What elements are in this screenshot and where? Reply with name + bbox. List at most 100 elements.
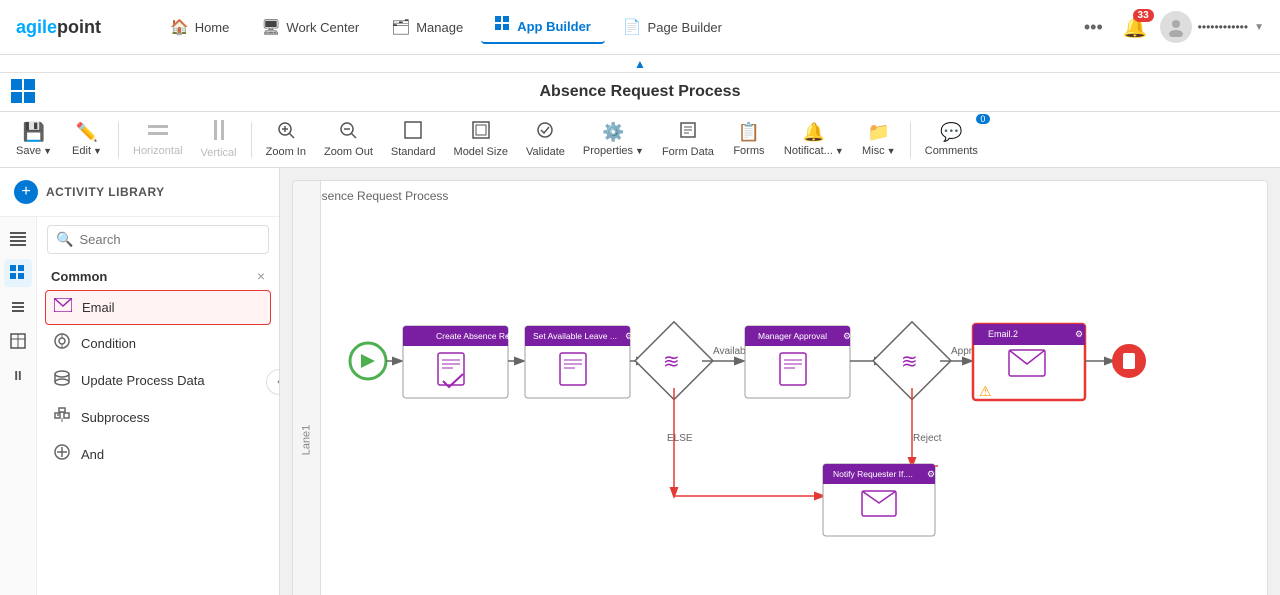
validate-icon	[536, 121, 554, 144]
form-data-icon	[679, 121, 697, 144]
canvas-area[interactable]: Absence Request Process Lane1 Create Abs…	[280, 168, 1280, 595]
nav-work-center[interactable]: 🖥 Work Center	[247, 12, 373, 42]
svg-text:Set Available Leave ...: Set Available Leave ...	[533, 331, 617, 341]
horizontal-icon	[148, 122, 168, 143]
search-input[interactable]	[79, 232, 260, 247]
comments-button[interactable]: 💬 Comments 0	[917, 118, 986, 161]
sidebar-tab-roman[interactable]: II	[4, 361, 32, 389]
misc-button[interactable]: 📁 Misc ▼	[854, 118, 904, 161]
sidebar-tab-grid[interactable]	[4, 259, 32, 287]
activity-item-update-process-data[interactable]: Update Process Data	[45, 362, 271, 399]
notification-btn[interactable]: 🔔 33	[1123, 15, 1148, 40]
lane-label: Lane1	[293, 181, 321, 595]
nav-manage[interactable]: 🗂 Manage	[377, 12, 477, 42]
nav-home[interactable]: 🏠 Home	[156, 12, 243, 42]
svg-text:Available: Available	[713, 346, 754, 357]
zoom-out-button[interactable]: Zoom Out	[316, 117, 381, 162]
notifications-icon: 🔔	[803, 122, 825, 143]
nav-page-builder[interactable]: 📄 Page Builder	[609, 12, 736, 42]
activity-item-subprocess[interactable]: Subprocess	[45, 399, 271, 436]
title-bar: Absence Request Process	[0, 73, 1280, 112]
edit-icon: ✏️	[76, 122, 98, 143]
subprocess-icon	[53, 406, 71, 429]
search-box[interactable]: 🔍	[47, 225, 269, 254]
toolbar-divider-2	[251, 122, 252, 158]
sidebar-content: 🔍 Common × Email	[37, 217, 279, 595]
condition-label: Condition	[81, 336, 136, 351]
sidebar-header: + ACTIVITY LIBRARY	[0, 168, 279, 217]
category-title: Common	[51, 269, 107, 284]
edit-arrow-icon: ▼	[93, 146, 102, 156]
form-data-button[interactable]: Form Data	[654, 117, 722, 162]
svg-text:Approve: Approve	[951, 346, 989, 357]
page-title: Absence Request Process	[540, 83, 741, 101]
svg-text:⚙: ⚙	[1075, 329, 1083, 339]
category-header[interactable]: Common ×	[37, 262, 279, 290]
update-process-data-label: Update Process Data	[81, 373, 205, 388]
vertical-icon	[211, 120, 227, 145]
activity-item-email[interactable]: Email	[45, 290, 271, 325]
user-name: ••••••••••••	[1198, 20, 1248, 34]
svg-text:Email.2: Email.2	[988, 329, 1018, 339]
toolbar: 💾 Save ▼ ✏️ Edit ▼ Horizontal Vertical Z…	[0, 112, 1280, 168]
zoom-in-button[interactable]: Zoom In	[258, 117, 314, 162]
nav-items: 🏠 Home 🖥 Work Center 🗂 Manage App Builde…	[156, 10, 1076, 44]
svg-text:agilepoint: agilepoint	[16, 17, 101, 37]
lane-text: Lane1	[301, 425, 313, 456]
category-close-icon[interactable]: ×	[257, 268, 265, 284]
validate-button[interactable]: Validate	[518, 117, 573, 162]
sidebar-tab-list[interactable]	[4, 225, 32, 253]
nav-more-btn[interactable]: •••	[1076, 13, 1111, 42]
svg-text:Create Absence Reque...: Create Absence Reque...	[436, 331, 531, 341]
manage-icon: 🗂	[391, 18, 410, 36]
svg-text:⚙: ⚙	[843, 331, 851, 341]
sidebar-tab-lines[interactable]	[4, 293, 32, 321]
properties-arrow-icon: ▼	[635, 146, 644, 156]
nav-app-builder[interactable]: App Builder	[481, 10, 605, 44]
svg-text:≋: ≋	[901, 351, 918, 373]
and-label: And	[81, 447, 104, 462]
user-area[interactable]: •••••••••••• ▼	[1160, 11, 1264, 43]
flow-diagram: Create Absence Reque... ⚙ Set Available …	[323, 206, 1253, 595]
sidebar-tab-block[interactable]	[4, 327, 32, 355]
main-layout: + ACTIVITY LIBRARY II	[0, 168, 1280, 595]
standard-button[interactable]: Standard	[383, 117, 444, 162]
sidebar-title: ACTIVITY LIBRARY	[46, 185, 165, 199]
edit-button[interactable]: ✏️ Edit ▼	[62, 118, 112, 161]
zoom-out-icon	[339, 121, 357, 144]
subprocess-label: Subprocess	[81, 410, 150, 425]
save-icon: 💾	[23, 122, 45, 143]
app-grid-icon[interactable]	[10, 78, 36, 107]
avatar	[1160, 11, 1192, 43]
svg-text:⚙: ⚙	[927, 469, 935, 479]
vertical-button[interactable]: Vertical	[193, 116, 245, 163]
canvas-inner: Absence Request Process Lane1 Create Abs…	[292, 180, 1268, 595]
user-chevron-icon: ▼	[1254, 22, 1264, 33]
properties-button[interactable]: ⚙️ Properties ▼	[575, 118, 652, 161]
toolbar-divider-3	[910, 122, 911, 158]
search-icon: 🔍	[56, 231, 73, 248]
save-button[interactable]: 💾 Save ▼	[8, 118, 60, 161]
nav-app-builder-label: App Builder	[517, 19, 591, 34]
svg-text:Notify Requester If....: Notify Requester If....	[833, 469, 913, 479]
forms-button[interactable]: 📋 Forms	[724, 118, 774, 161]
sidebar-header-left: + ACTIVITY LIBRARY	[14, 180, 165, 204]
zoom-in-icon	[277, 121, 295, 144]
activity-item-condition[interactable]: Condition	[45, 325, 271, 362]
comments-icon: 💬	[940, 122, 962, 143]
horizontal-button[interactable]: Horizontal	[125, 118, 191, 161]
nav-collapse-bar[interactable]: ▲	[0, 55, 1280, 73]
app-builder-icon	[495, 16, 511, 36]
email-icon	[54, 298, 72, 317]
standard-icon	[404, 121, 422, 144]
page-builder-icon: 📄	[623, 18, 642, 36]
notifications-button[interactable]: 🔔 Notificat... ▼	[776, 118, 852, 161]
toolbar-divider-1	[118, 122, 119, 158]
nav-right: ••• 🔔 33 •••••••••••• ▼	[1076, 11, 1264, 43]
home-icon: 🏠	[170, 18, 189, 36]
activity-item-and[interactable]: And	[45, 436, 271, 473]
add-activity-button[interactable]: +	[14, 180, 38, 204]
model-size-button[interactable]: Model Size	[446, 117, 516, 162]
svg-text:Reject: Reject	[913, 433, 942, 444]
model-size-icon	[472, 121, 490, 144]
